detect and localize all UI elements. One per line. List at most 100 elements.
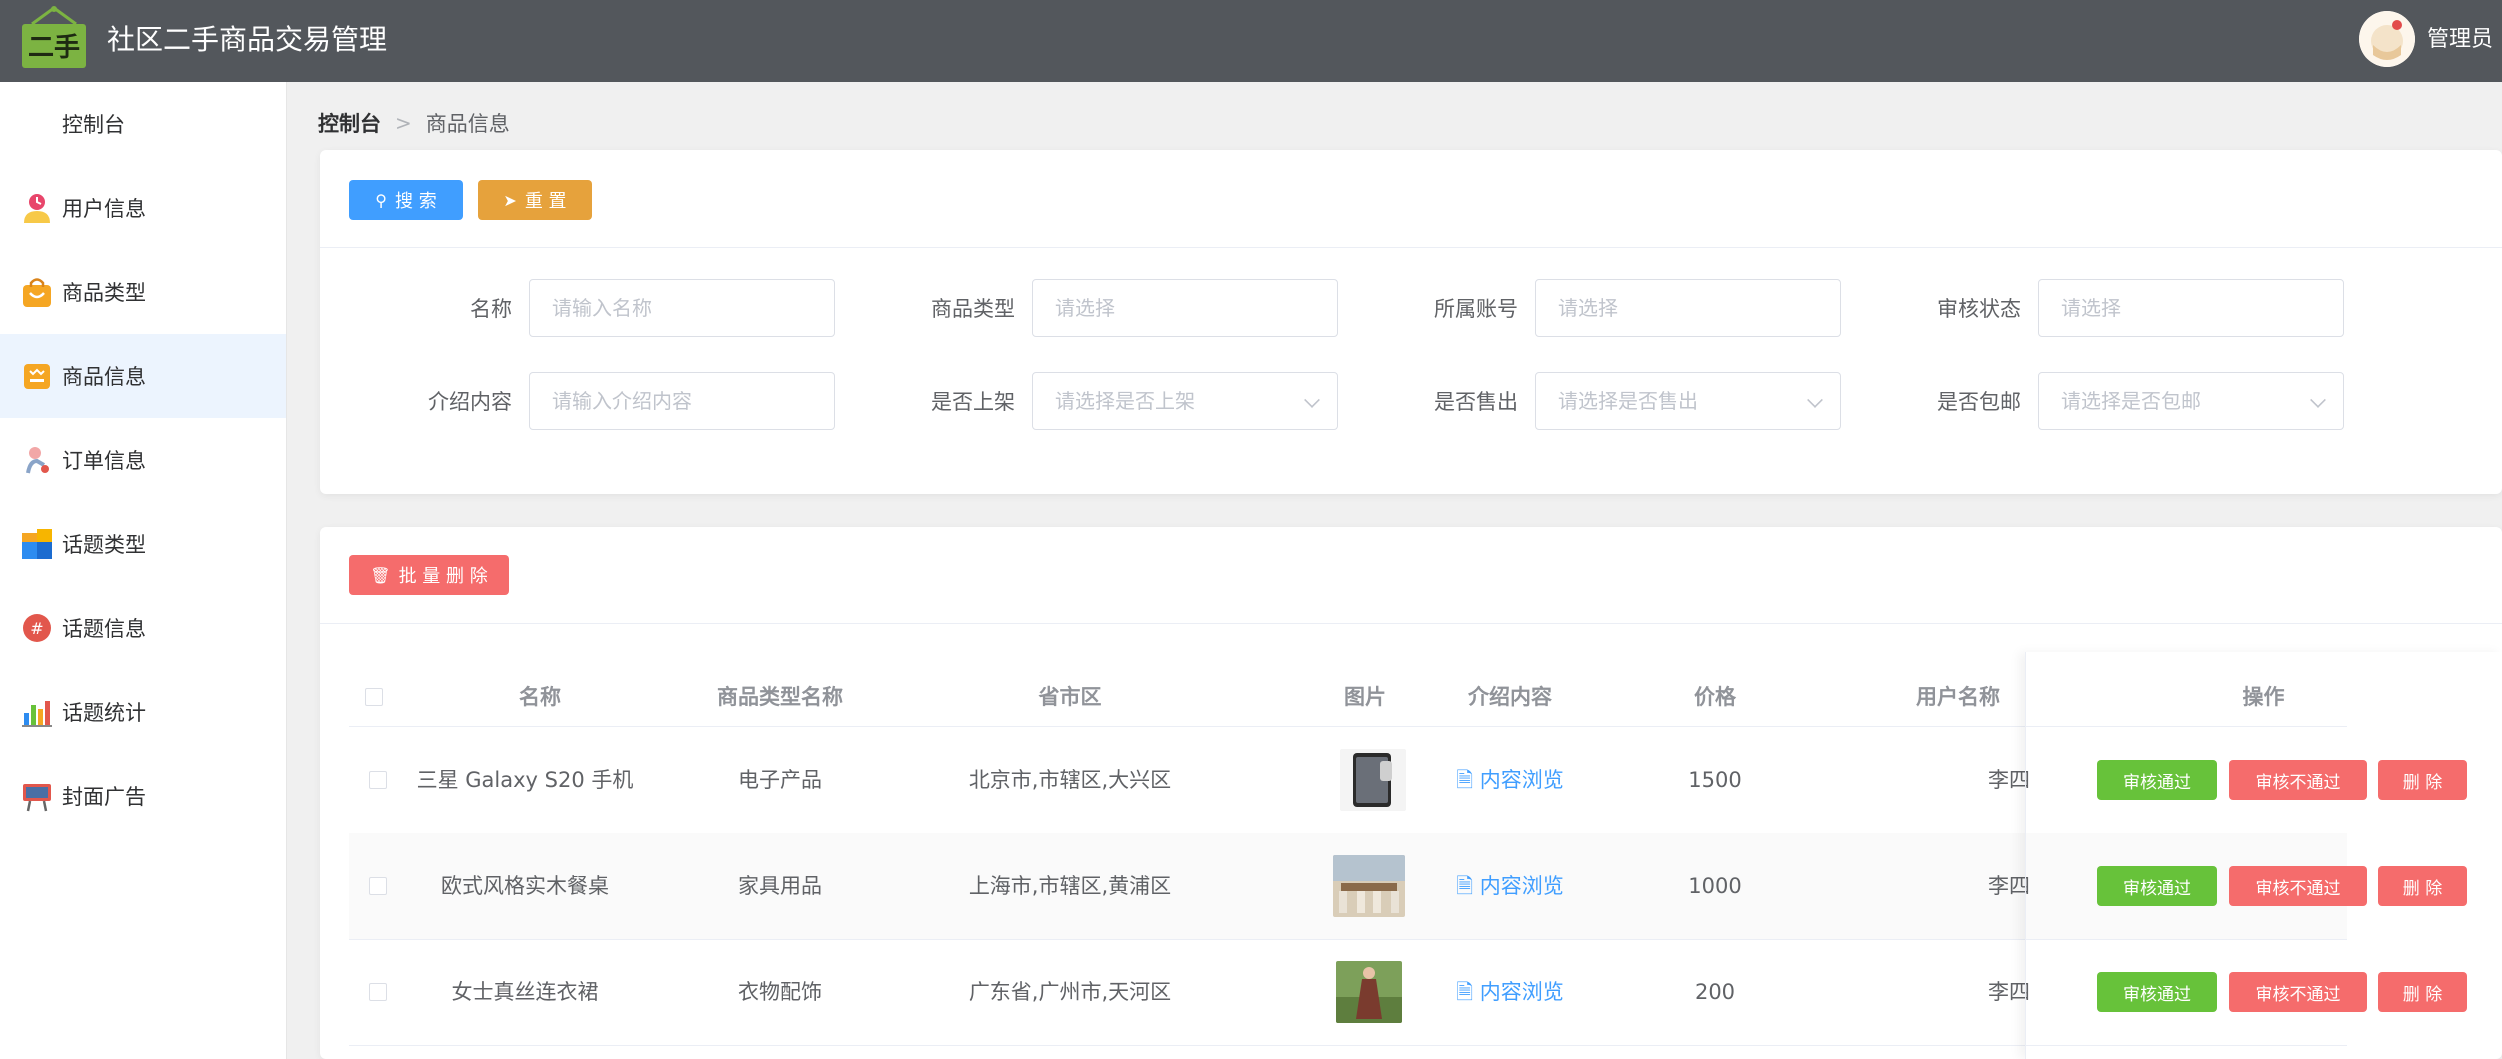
product-list-panel: 🗑 批 量 删 除 名称 商品类型名称 省市区 图片 介绍内容 价格 用户名称 … [320,527,2502,1059]
product-image-dress[interactable] [1336,961,1402,1023]
row-checkbox[interactable] [369,983,387,1001]
divider [320,623,2502,624]
product-icon [24,364,50,389]
breadcrumb-separator-icon: > [395,111,412,135]
cell-name: 女士真丝连衣裙 [451,980,599,1004]
sidebar-item-products[interactable]: 商品信息 [0,334,286,418]
sidebar-item-label: 话题统计 [62,701,146,725]
audit-status-label: 审核状态 [1937,297,2021,321]
search-button[interactable]: ⚲ 搜 索 [349,180,463,220]
content-preview-link[interactable]: 🗎 内容浏览 [1410,833,1610,939]
breadcrumb: 控制台 > 商品信息 [318,108,510,138]
shipping-select[interactable]: 请选择是否包邮 [2038,372,2344,430]
intro-label: 介绍内容 [428,390,512,414]
content-preview-label: 内容浏览 [1479,768,1564,792]
cell-price: 200 [1694,980,1736,1004]
svg-text:#: # [30,619,43,638]
logo-icon: 二手 [22,6,86,68]
user-name[interactable]: 管理员 [2427,0,2493,80]
category-select[interactable]: 请选择 [1032,279,1338,337]
listed-select-placeholder: 请选择是否上架 [1055,389,1195,413]
sold-select[interactable]: 请选择是否售出 [1535,372,1841,430]
cell-region: 广东省,广州市,天河区 [968,980,1172,1004]
row-checkbox[interactable] [369,877,387,895]
account-select[interactable]: 请选择 [1535,279,1841,337]
sidebar-item-topic-stats[interactable]: 话题统计 [0,670,286,754]
column-header-region: 省市区 [1038,685,1102,709]
reset-button[interactable]: ➤ 重 置 [478,180,592,220]
cell-region: 北京市,市辖区,大兴区 [968,768,1172,792]
sidebar-item-label: 商品信息 [62,365,146,389]
document-icon: 🗎 [1456,980,1474,1004]
avatar[interactable] [2359,11,2415,67]
sidebar-item-label: 封面广告 [62,785,146,809]
blocks-icon [22,529,52,559]
order-icon [26,447,49,474]
search-button-label: 搜 索 [394,191,437,212]
billboard-icon [23,784,51,812]
sidebar-item-product-types[interactable]: 商品类型 [0,250,286,334]
name-input[interactable]: 请输入名称 [529,279,835,337]
sidebar-item-topics[interactable]: # 话题信息 [0,586,286,670]
document-icon: 🗎 [1456,874,1474,898]
cell-user: 李四 [1988,768,2030,792]
fixed-actions-column [2025,652,2502,1059]
listed-select[interactable]: 请选择是否上架 [1032,372,1338,430]
category-label: 商品类型 [931,297,1015,321]
avatar-image-icon [2359,11,2415,67]
column-header-user: 用户名称 [1916,685,2000,709]
column-header-intro: 介绍内容 [1468,685,1552,709]
search-panel: ⚲ 搜 索 ➤ 重 置 名称 请输入名称 商品类型 请选择 所属账号 请选择 审… [320,150,2502,494]
trash-icon: 🗑 [370,565,391,585]
account-label: 所属账号 [1434,297,1518,321]
batch-delete-label: 批 量 删 除 [398,566,488,587]
cell-user: 李四 [1988,874,2030,898]
intro-input[interactable]: 请输入介绍内容 [529,372,835,430]
row-checkbox[interactable] [369,771,387,789]
batch-delete-button[interactable]: 🗑 批 量 删 除 [349,555,509,595]
sold-label: 是否售出 [1434,390,1518,414]
column-header-name: 名称 [519,685,561,709]
sidebar-item-users[interactable]: 用户信息 [0,166,286,250]
sidebar-item-label: 控制台 [62,113,125,137]
top-header: 二手 社区二手商品交易管理 管理员 [0,0,2502,82]
column-header-price: 价格 [1694,685,1736,709]
shipping-label: 是否包邮 [1937,390,2021,414]
select-all-checkbox[interactable] [365,688,383,706]
content-preview-link[interactable]: 🗎 内容浏览 [1410,939,1610,1045]
sidebar-item-cover-ads[interactable]: 封面广告 [0,754,286,838]
content-preview-link[interactable]: 🗎 内容浏览 [1410,727,1610,833]
sidebar-item-topic-types[interactable]: 话题类型 [0,502,286,586]
cell-name: 三星 Galaxy S20 手机 [416,768,634,792]
bar-chart-icon [22,701,52,727]
shipping-select-placeholder: 请选择是否包邮 [2061,389,2201,413]
chevron-down-icon [1807,392,1823,408]
divider [320,247,2502,248]
audit-status-select[interactable]: 请选择 [2038,279,2344,337]
content-preview-label: 内容浏览 [1479,980,1564,1004]
column-header-category: 商品类型名称 [717,685,843,709]
send-icon: ➤ [503,190,517,210]
sidebar-item-label: 订单信息 [62,449,146,473]
cell-region: 上海市,市辖区,黄浦区 [968,874,1172,898]
content-preview-label: 内容浏览 [1479,874,1564,898]
cell-price: 1000 [1688,874,1742,898]
cell-name: 欧式风格实木餐桌 [441,874,609,898]
chevron-down-icon [2310,392,2326,408]
search-icon: ⚲ [375,190,387,210]
breadcrumb-root[interactable]: 控制台 [318,108,381,138]
document-icon: 🗎 [1456,768,1474,792]
reset-button-label: 重 置 [524,191,567,212]
cell-user: 李四 [1988,980,2030,1004]
listed-label: 是否上架 [931,390,1015,414]
sidebar: 控制台 用户信息 商品类型 商品信息 订单信息 话题类型 # 话题信息 话题统计… [0,82,287,1059]
sidebar-item-orders[interactable]: 订单信息 [0,418,286,502]
sidebar-item-dashboard[interactable]: 控制台 [0,82,286,166]
user-icon [24,194,50,223]
cell-category: 衣物配饰 [738,980,822,1004]
product-image-phone[interactable] [1340,749,1406,811]
product-image-table[interactable] [1333,855,1405,917]
sidebar-item-label: 话题类型 [62,533,146,557]
breadcrumb-current: 商品信息 [425,112,510,136]
name-label: 名称 [470,297,512,321]
